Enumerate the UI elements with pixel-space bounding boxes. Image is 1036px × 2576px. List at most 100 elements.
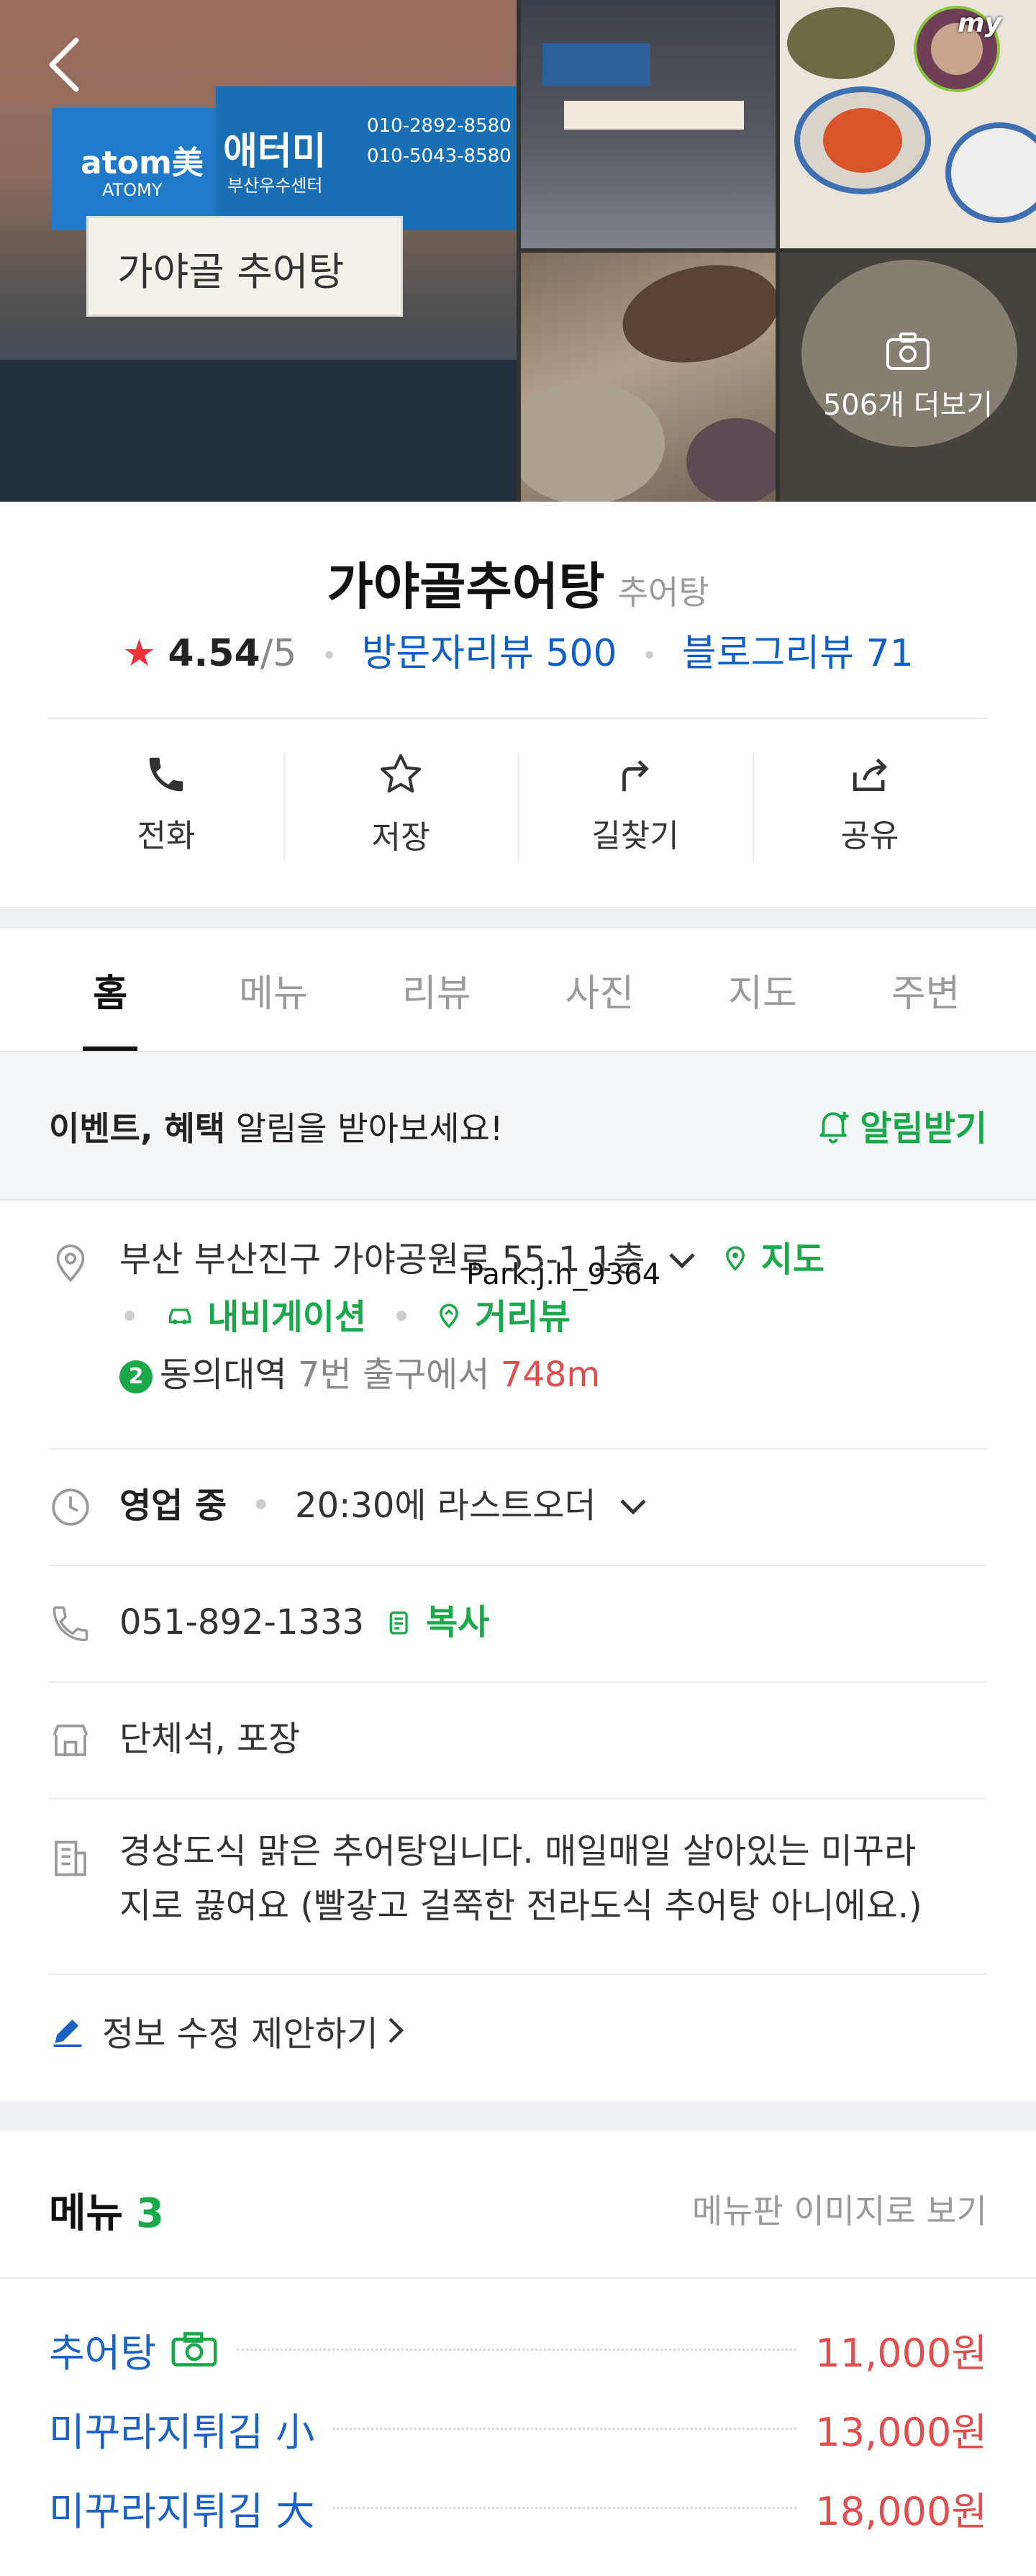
suggest-edit-label: 정보 수정 제안하기 [102,2014,378,2054]
my-badge-text: my [958,9,1001,38]
menu-item-price: 11,000원 [815,2330,987,2376]
sign-center-text: 애터미 [223,130,327,173]
menu-item[interactable]: 미꾸라지튀김 大 18,000원 [49,2479,987,2536]
sign-center-sub-text: 부산우수센터 [227,176,323,196]
food-photo[interactable] [521,253,776,502]
notification-plain-text: 알림을 받아보세요! [225,1109,504,1148]
hours-detail: 20:30에 라스트오더 [295,1486,596,1526]
tab-nearby[interactable]: 주변 [844,928,1007,1051]
phone-number[interactable]: 051-892-1333 [119,1602,364,1642]
soup-bowl-shape [521,382,665,502]
storefront-sign [564,101,744,130]
building-info-icon [55,1840,86,1876]
hours-row[interactable]: 영업 중 • 20:30에 라스트오더 [49,1450,987,1566]
directions-label: 길찾기 [591,818,679,854]
tab-home[interactable]: 홈 [29,928,192,1051]
visitor-reviews-link[interactable]: 방문자리뷰 500 [362,632,617,675]
navigation-link[interactable]: 내비게이션 [164,1297,378,1337]
menu-section: 메뉴 3 메뉴판 이미지로 보기 추어탕 11,000원 미꾸라지튀김 小 13,… [0,2130,1036,2576]
hours-text: 영업 중 • 20:30에 라스트오더 [119,1477,648,1535]
menu-item-price: 18,000원 [815,2488,987,2534]
storefront-photo[interactable] [521,0,776,248]
side-dishes-photo[interactable]: my [780,0,1036,248]
bell-plus-icon [819,1112,849,1144]
phone-outline-icon [53,1606,88,1642]
car-icon [168,1309,191,1324]
chevron-right-icon [388,2017,404,2043]
save-button[interactable]: 저장 [283,732,518,876]
tab-bar: 홈 메뉴 리뷰 사진 지도 주변 [0,928,1036,1052]
notification-text: 이벤트, 혜택 알림을 받아보세요! [49,1103,503,1150]
menu-image-link[interactable]: 메뉴판 이미지로 보기 [692,2185,987,2233]
storefront-windows [0,360,517,502]
chevron-down-icon[interactable] [619,1477,648,1535]
map-link-label: 지도 [760,1239,825,1280]
directions-button[interactable]: 길찾기 [518,732,753,876]
place-info: 부산 부산진구 가야공원로 55-1 1층 지도 • 내비게이션 • 거리뷰 2… [0,1201,1036,2102]
phone-block: 051-892-1333 복사 [119,1594,489,1651]
blog-reviews-link[interactable]: 블로그리뷰 71 [682,632,914,675]
pencil-icon [53,2019,82,2047]
more-photos-button[interactable]: 506개 더보기 [780,253,1036,502]
restaurant-banner: 가야골 추어탕 [86,216,403,317]
action-bar: 전화 저장 길찾기 공유 [49,732,987,876]
atomy-sign: atom美 ATOMY [52,108,217,230]
address-links-line: • 내비게이션 • 거리뷰 [119,1288,824,1346]
description-line-1: 경상도식 맑은 추어탕입니다. 매일매일 살아있는 미꾸라 [119,1831,917,1871]
phone-row: 051-892-1333 복사 [49,1566,987,1683]
description-line-2: 지로 끓여요 (빨갛고 걸쭉한 전라도식 추어탕 아니에요.) [119,1886,922,1926]
plate-shape [945,122,1036,223]
menu-item[interactable]: 미꾸라지튀김 小 13,000원 [49,2400,987,2457]
menu-item-name: 추어탕 [49,2330,157,2376]
notification-banner: 이벤트, 혜택 알림을 받아보세요! 알림받기 [0,1052,1036,1201]
street-view-link[interactable]: 거리뷰 [435,1297,571,1337]
subscribe-alert-button[interactable]: 알림받기 [814,1100,987,1150]
description-text: 경상도식 맑은 추어탕입니다. 매일매일 살아있는 미꾸라 지로 끓여요 (빨갛… [119,1824,922,1933]
separator-dot: • [250,1486,271,1526]
back-button[interactable] [43,35,89,95]
leader-dots [333,2506,797,2509]
divider [0,2277,1036,2279]
photo-watermark: Park.j.h_9364 [466,1258,661,1291]
menu-item-name: 미꾸라지튀김 大 [49,2488,315,2534]
menu-item-name-wrap: 추어탕 [49,2321,218,2378]
menu-count: 3 [136,2190,165,2237]
camera-icon [171,2332,217,2367]
call-button[interactable]: 전화 [49,732,283,876]
share-button[interactable]: 공유 [753,732,987,876]
map-link[interactable]: 지도 [722,1239,824,1280]
sign-phone-1: 010-2892-8580 [367,115,512,137]
sign-brand-text: atom美 [81,145,204,181]
copy-phone-button[interactable]: 복사 [385,1602,489,1642]
tab-menu[interactable]: 메뉴 [192,928,355,1051]
leader-dots [237,2348,797,2351]
tab-reviews[interactable]: 리뷰 [355,928,518,1051]
banner-text: 가야골 추어탕 [117,249,345,294]
menu-item-price: 13,000원 [815,2409,987,2455]
center-sign: 애터미 부산우수센터 010-2892-8580 010-5043-8580 [216,86,517,230]
store-icon [53,1725,88,1756]
sign-brand-sub-text: ATOMY [102,180,163,200]
chevron-left-icon [49,37,79,92]
street-view-pin-icon [440,1303,459,1329]
copy-label: 복사 [426,1602,490,1642]
place-header: 가야골추어탕 추어탕 ★ 4.54/5 • 방문자리뷰 500 • 블로그리뷰 7… [0,502,1036,907]
suggest-edit-link[interactable]: 정보 수정 제안하기 [49,2005,406,2056]
map-pin-icon [726,1246,745,1271]
tab-photos[interactable]: 사진 [518,928,681,1051]
address-row: 부산 부산진구 가야공원로 55-1 1층 지도 • 내비게이션 • 거리뷰 2… [49,1201,987,1450]
tab-map[interactable]: 지도 [681,928,845,1051]
storefront-blue-sign [542,43,650,86]
sign-phone-2: 010-5043-8580 [367,145,512,167]
user-profile-badge[interactable]: my [914,6,1001,92]
separator-dot: • [391,1297,412,1337]
menu-item[interactable]: 추어탕 11,000원 [49,2320,987,2378]
subway-exit: 7번 출구에서 [297,1355,490,1395]
chevron-down-icon[interactable] [668,1231,696,1288]
rating-max: /5 [260,632,297,675]
notification-bold-text: 이벤트, 혜택 [49,1109,226,1148]
section-gap [0,907,1036,928]
address-block: 부산 부산진구 가야공원로 55-1 1층 지도 • 내비게이션 • 거리뷰 2… [119,1231,824,1404]
kimchi-shape [823,108,902,173]
place-name: 가야골추어탕 [327,557,605,616]
